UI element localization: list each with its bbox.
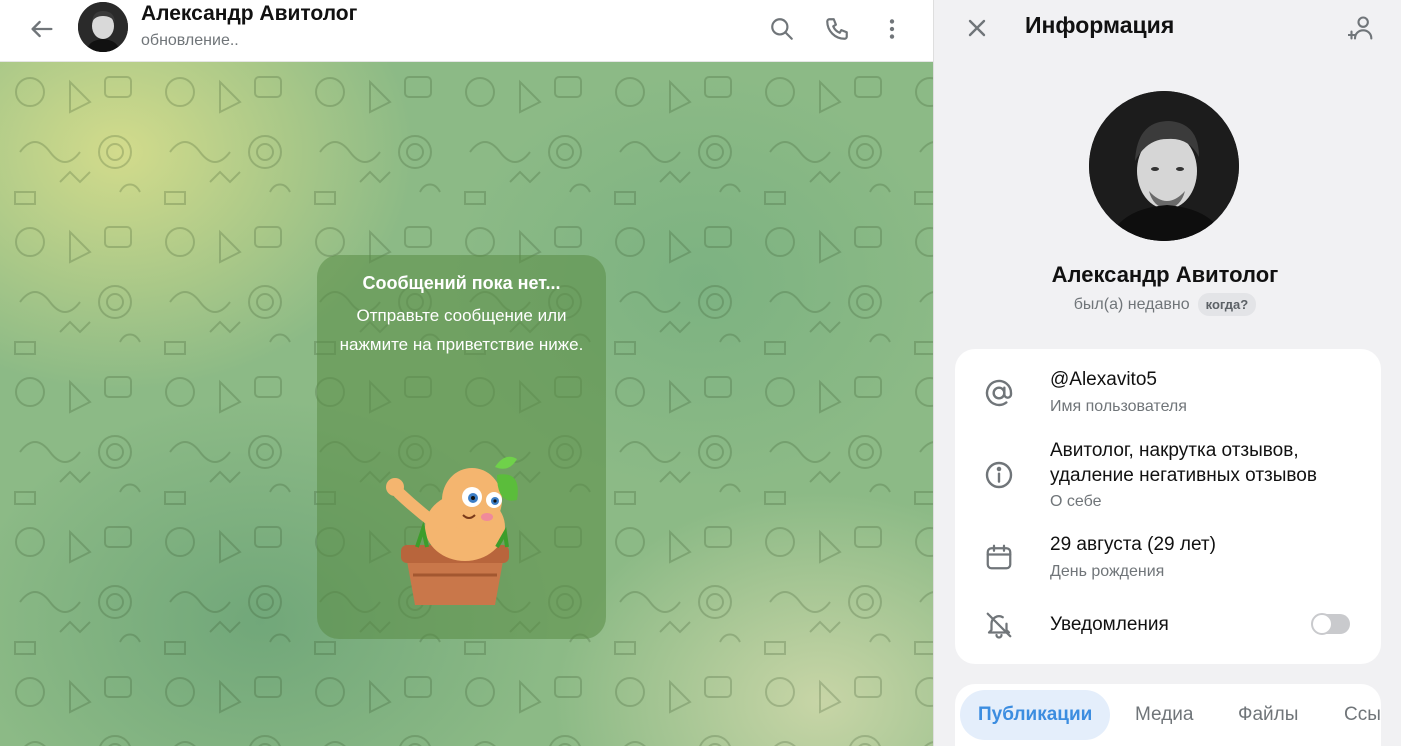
phone-icon <box>826 18 848 40</box>
info-icon <box>981 457 1017 493</box>
call-button[interactable] <box>818 10 856 48</box>
arrow-left-icon <box>31 20 53 38</box>
profile-name: Александр Авитолог <box>1051 262 1279 287</box>
notifications-label: Уведомления <box>1050 614 1169 635</box>
tab-publications[interactable]: Публикации <box>960 690 1111 740</box>
username-label: Имя пользователя <box>1050 398 1187 415</box>
empty-chat-card: Сообщений пока нет... Отправьте сообщени… <box>317 255 606 639</box>
info-title: Информация <box>1025 12 1175 38</box>
info-header: Информация <box>934 0 1401 56</box>
more-button[interactable] <box>873 10 911 48</box>
info-panel: Информация Александр Авитолог был(а) нед… <box>933 0 1401 746</box>
last-seen-row: был(а) недавно когда? <box>934 293 1396 316</box>
chat-status: обновление.. <box>141 32 239 49</box>
tab-files[interactable]: Файлы <box>1220 690 1316 740</box>
close-info-button[interactable] <box>958 9 996 47</box>
birthday-label: День рождения <box>1050 563 1165 580</box>
username-value[interactable]: @Alexavito5 <box>1050 367 1157 392</box>
profile-tabs: Публикации Медиа Файлы Ссылки <box>955 684 1381 746</box>
chat-contact-name[interactable]: Александр Авитолог <box>141 2 357 26</box>
notifications-toggle[interactable] <box>1311 613 1350 635</box>
at-sign-icon <box>981 375 1017 411</box>
more-vertical-icon <box>889 19 895 39</box>
bio-line-2: удаление негативных отзывов <box>1050 465 1317 486</box>
chat-header: Александр Авитолог обновление.. <box>0 0 933 62</box>
bio-label: О себе <box>1050 493 1102 510</box>
tab-links[interactable]: Ссылки <box>1326 690 1381 740</box>
add-user-icon <box>1348 16 1373 40</box>
search-icon <box>771 18 793 40</box>
bell-off-icon <box>981 607 1017 643</box>
last-seen-text: был(а) недавно <box>1073 295 1190 313</box>
chat-background: Сообщений пока нет... Отправьте сообщени… <box>0 62 933 746</box>
chat-avatar[interactable] <box>78 2 128 52</box>
search-button[interactable] <box>763 10 801 48</box>
greeting-sticker[interactable] <box>377 455 547 615</box>
back-button[interactable] <box>24 11 60 47</box>
close-icon <box>968 19 986 37</box>
birthday-value: 29 августа (29 лет) <box>1050 534 1216 555</box>
toggle-knob <box>1311 613 1333 635</box>
empty-chat-title: Сообщений пока нет... <box>362 273 561 293</box>
empty-chat-text: Отправьте сообщение или нажмите на приве… <box>339 306 584 354</box>
calendar-icon <box>981 539 1017 575</box>
add-contact-button[interactable] <box>1342 9 1382 47</box>
chat-area: Александр Авитолог обновление.. Сообщени… <box>0 0 933 746</box>
avatar-photo <box>78 2 128 52</box>
info-card: @Alexavito5 Имя пользователя Авитолог, н… <box>955 349 1381 664</box>
bio-line-1: Авитолог, накрутка отзывов, <box>1050 440 1299 461</box>
when-badge[interactable]: когда? <box>1197 293 1257 316</box>
profile-photo <box>1089 91 1239 241</box>
tab-media[interactable]: Медиа <box>1117 690 1211 740</box>
profile-avatar[interactable] <box>1089 91 1239 241</box>
